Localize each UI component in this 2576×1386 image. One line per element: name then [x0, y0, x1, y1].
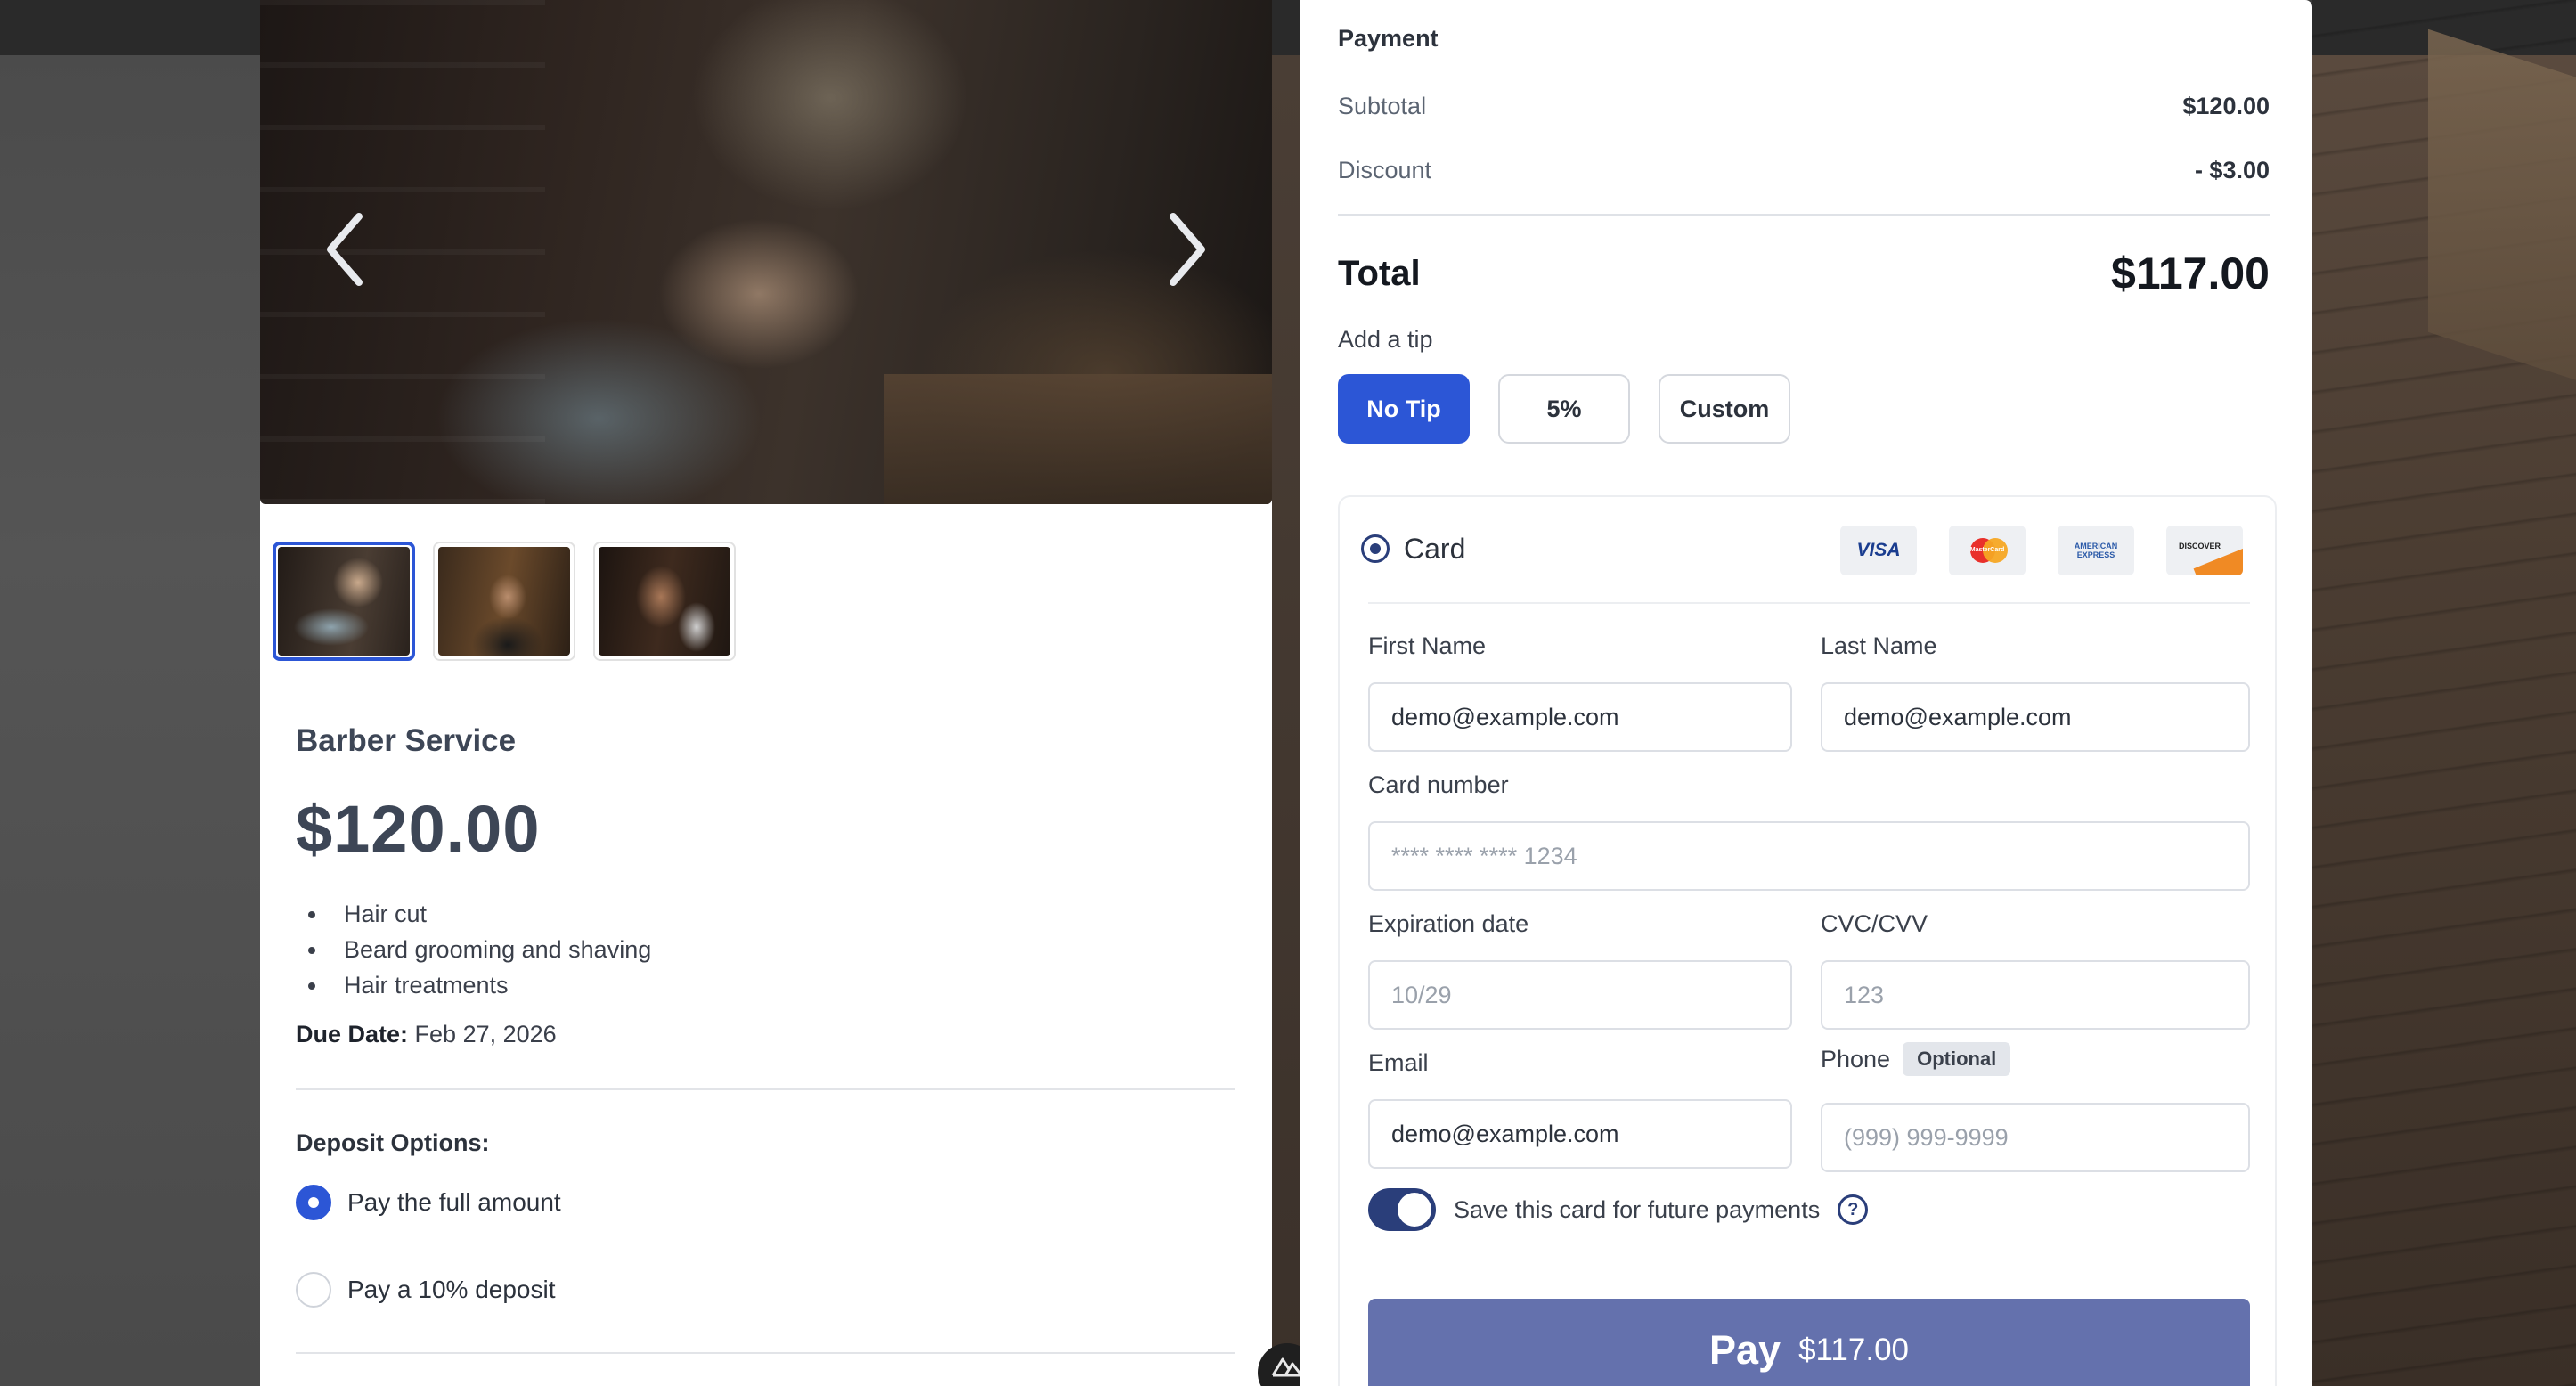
tip-label: Add a tip	[1338, 326, 1433, 353]
thumbnail-strip	[273, 542, 736, 661]
service-panel: Barber Service $120.00 Hair cut Beard gr…	[260, 0, 1272, 1386]
total-value: $117.00	[2111, 249, 2270, 298]
tip-options: No Tip 5% Custom	[1338, 374, 1790, 444]
thumbnail-image	[599, 547, 730, 656]
card-payment-section: Card VISA MasterCard AMERICAN EXPRESS DIS…	[1338, 495, 2277, 1386]
list-item: Hair treatments	[308, 967, 651, 1003]
total-row: Total $117.00	[1338, 248, 2270, 299]
radio-unselected[interactable]	[296, 1272, 331, 1308]
save-card-toggle[interactable]	[1368, 1188, 1436, 1231]
discover-text: DISCOVER	[2179, 542, 2221, 550]
chevron-right-icon	[1170, 213, 1205, 286]
visa-text: VISA	[1856, 540, 1901, 560]
discount-row: Discount - $3.00	[1338, 157, 2270, 184]
pay-button-label: Pay	[1709, 1327, 1781, 1373]
hero-counter	[884, 374, 1272, 504]
divider	[296, 1088, 1235, 1090]
card-method-title: Card	[1404, 533, 1466, 565]
background-gap	[1272, 0, 1300, 1386]
card-method-radio[interactable]	[1361, 534, 1390, 563]
carousel-next-button[interactable]	[1156, 205, 1219, 294]
pay-button[interactable]: Pay $117.00	[1368, 1299, 2250, 1386]
subtotal-row: Subtotal $120.00	[1338, 93, 2270, 120]
divider	[1338, 214, 2270, 216]
subtotal-label: Subtotal	[1338, 93, 1427, 119]
help-icon[interactable]: ?	[1838, 1194, 1869, 1225]
phone-label: Phone	[1821, 1045, 1891, 1072]
list-item: Hair cut	[308, 896, 651, 932]
pay-button-amount: $117.00	[1798, 1333, 1909, 1367]
thumbnail-3[interactable]	[593, 542, 736, 661]
card-number-label: Card number	[1368, 771, 1509, 798]
save-card-label: Save this card for future payments	[1454, 1195, 1821, 1223]
background-left	[0, 0, 260, 1386]
thumbnail-image	[438, 547, 570, 656]
thumbnail-image	[278, 547, 410, 656]
chevron-left-icon	[327, 213, 363, 286]
tip-5-percent-button[interactable]: 5%	[1498, 374, 1630, 444]
amex-text-line2: EXPRESS	[2076, 550, 2115, 559]
payment-heading: Payment	[1338, 25, 1439, 52]
amex-text-line1: AMERICAN	[2074, 542, 2118, 550]
due-date-value: Feb 27, 2026	[414, 1021, 557, 1048]
thumbnail-1[interactable]	[273, 542, 415, 661]
divider	[1368, 602, 2250, 604]
first-name-label: First Name	[1368, 632, 1487, 659]
expiration-label: Expiration date	[1368, 910, 1529, 937]
visa-icon: VISA	[1840, 526, 1917, 575]
deposit-option-label: Pay a 10% deposit	[347, 1276, 556, 1303]
optional-badge: Optional	[1903, 1042, 2011, 1076]
divider	[296, 1352, 1235, 1354]
hero-image	[260, 0, 1272, 504]
last-name-label: Last Name	[1821, 632, 1937, 659]
radio-selected[interactable]	[296, 1185, 331, 1220]
deposit-option-label: Pay the full amount	[347, 1188, 561, 1216]
deposit-options-title: Deposit Options:	[296, 1129, 490, 1156]
cvc-field[interactable]	[1821, 960, 2250, 1030]
tip-custom-button[interactable]: Custom	[1659, 374, 1790, 444]
thumbnail-2[interactable]	[433, 542, 575, 661]
mastercard-icon: MasterCard	[1949, 526, 2026, 575]
list-item: Beard grooming and shaving	[308, 932, 651, 967]
service-title: Barber Service	[296, 723, 517, 758]
nuxt-logo-icon	[1271, 1357, 1303, 1377]
due-date: Due Date: Feb 27, 2026	[296, 1021, 557, 1048]
total-label: Total	[1338, 253, 1421, 293]
card-header: Card VISA MasterCard AMERICAN EXPRESS DIS…	[1340, 497, 2275, 604]
card-brands: VISA MasterCard AMERICAN EXPRESS DISCOVER	[1840, 526, 2243, 575]
card-number-field[interactable]	[1368, 821, 2250, 891]
expiration-field[interactable]	[1368, 960, 1792, 1030]
first-name-field[interactable]	[1368, 682, 1792, 752]
amex-icon: AMERICAN EXPRESS	[2058, 526, 2134, 575]
discount-label: Discount	[1338, 157, 1432, 183]
email-field[interactable]	[1368, 1099, 1792, 1169]
save-card-row: Save this card for future payments ?	[1368, 1188, 1869, 1231]
background-right	[2312, 0, 2576, 1386]
last-name-field[interactable]	[1821, 682, 2250, 752]
carousel-prev-button[interactable]	[314, 205, 376, 294]
due-date-label: Due Date:	[296, 1021, 409, 1048]
background-cloth	[2428, 29, 2576, 385]
payment-panel: Payment Subtotal $120.00 Discount - $3.0…	[1300, 0, 2312, 1386]
tip-no-tip-button[interactable]: No Tip	[1338, 374, 1470, 444]
email-label: Email	[1368, 1049, 1429, 1076]
phone-label-group: Phone Optional	[1821, 1042, 2011, 1076]
subtotal-value: $120.00	[2182, 93, 2270, 119]
service-price: $120.00	[296, 792, 541, 866]
discover-icon: DISCOVER	[2166, 526, 2243, 575]
cvc-label: CVC/CVV	[1821, 910, 1928, 937]
discount-value: - $3.00	[2194, 157, 2270, 183]
feature-list: Hair cut Beard grooming and shaving Hair…	[308, 896, 651, 1003]
deposit-option-full[interactable]: Pay the full amount	[296, 1185, 561, 1220]
hero-shelves	[260, 0, 545, 504]
mastercard-text: MasterCard	[1969, 547, 2005, 553]
phone-field[interactable]	[1821, 1103, 2250, 1172]
deposit-option-partial[interactable]: Pay a 10% deposit	[296, 1272, 556, 1308]
